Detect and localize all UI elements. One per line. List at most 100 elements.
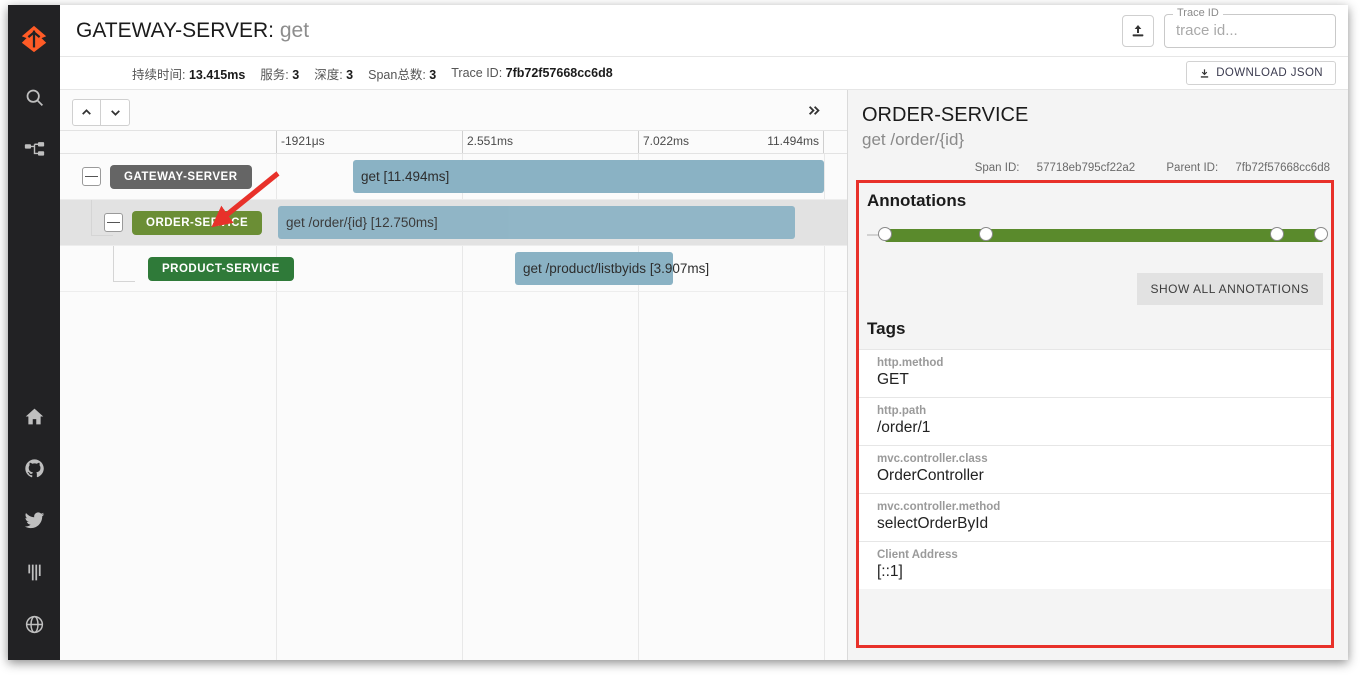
trace-title-separator: :: [268, 18, 280, 42]
page-title: GATEWAY-SERVER: get: [76, 19, 309, 43]
expand-all-button[interactable]: [101, 98, 130, 126]
meta-services-label: 服务:: [260, 67, 289, 82]
chevron-up-icon: [82, 108, 91, 115]
main-area: GATEWAY-SERVER: get Trace ID trace id...…: [60, 5, 1348, 660]
span-bar-product[interactable]: get /product/listbyids [3.907ms]: [515, 252, 709, 285]
span-bar-order[interactable]: get /order/{id} [12.750ms]: [278, 206, 795, 239]
tick-3: 11.494ms: [720, 131, 824, 153]
tag-key: http.method: [877, 357, 944, 369]
meta-trace-id-label: Trace ID:: [451, 66, 503, 80]
trace-id-field[interactable]: Trace ID: [1164, 6, 1336, 48]
detail-ids: Span ID: 57718eb795cf22a2 Parent ID: 7fb…: [862, 162, 1332, 174]
span-row-product-label: PRODUCT-SERVICE: [148, 246, 294, 291]
trace-id-legend: Trace ID: [1173, 6, 1223, 19]
upload-trace-button[interactable]: [1122, 14, 1154, 47]
detail-parent-id-value: 7fb72f57668cc6d8: [1235, 162, 1330, 174]
meta-depth-value: 3: [346, 67, 354, 82]
annotation-dot-3[interactable]: [1313, 227, 1328, 241]
gitter-icon[interactable]: [8, 546, 60, 598]
annotation-dot-2[interactable]: [1270, 227, 1285, 241]
download-json-label: DOWNLOAD JSON: [1216, 67, 1323, 79]
tick-2: 7.022ms: [638, 131, 689, 153]
tree-connector-2h: [113, 281, 135, 282]
service-chip-gateway[interactable]: GATEWAY-SERVER: [110, 164, 252, 189]
expand-collapse-group: [72, 98, 130, 126]
show-all-annotations-button[interactable]: SHOW ALL ANNOTATIONS: [1136, 273, 1323, 305]
tag-value: /order/1: [877, 419, 931, 436]
tags-list: http.method GET http.path /order/1 mvc.c…: [859, 349, 1331, 589]
meta-total-spans-value: 3: [429, 67, 437, 82]
detail-span-id-label: Span ID:: [974, 162, 1020, 174]
tick-1: 2.551ms: [462, 131, 513, 153]
span-row-order-label: ORDER-SERVICE: [104, 200, 263, 245]
meta-total-spans: Span总数: 3: [368, 64, 436, 83]
trace-timeline-pane: -1921μs 2.551ms 7.022ms 11.494ms GATEWAY…: [60, 90, 848, 660]
table-row: http.path /order/1: [859, 397, 1331, 445]
table-row: Client Address [::1]: [859, 541, 1331, 589]
meta-services-value: 3: [292, 67, 300, 82]
tree-connector-1: [91, 200, 92, 236]
table-row: mvc.controller.method selectOrderById: [859, 493, 1331, 541]
tick-0: -1921μs: [276, 131, 325, 153]
github-icon[interactable]: [8, 442, 60, 494]
span-bar-gateway[interactable]: get [11.494ms]: [353, 160, 824, 193]
left-sidebar: [8, 5, 60, 660]
meta-total-spans-label: Span总数:: [368, 67, 426, 82]
tag-value: OrderController: [877, 467, 984, 484]
table-row: http.method GET: [859, 349, 1331, 397]
annotation-dot-0[interactable]: [878, 227, 893, 241]
screenshot-root: GATEWAY-SERVER: get Trace ID trace id...…: [0, 0, 1363, 677]
dependencies-icon[interactable]: [8, 123, 60, 175]
meta-services: 服务: 3: [260, 64, 299, 83]
span-detail-header: ORDER-SERVICE get /order/{id} Span ID: 5…: [848, 90, 1348, 180]
annotations-timeline: [867, 221, 1328, 251]
annotations-bar: [885, 229, 1323, 242]
collapse-toggle-order[interactable]: [104, 213, 123, 232]
trace-metabar: 持续时间: 13.415ms 服务: 3 深度: 3 Span总数: 3 Tra…: [60, 57, 1348, 90]
detail-service-name: ORDER-SERVICE: [862, 104, 1029, 126]
meta-duration: 持续时间: 13.415ms: [132, 64, 245, 83]
tag-value: [::1]: [877, 563, 903, 580]
span-row-product[interactable]: PRODUCT-SERVICE get /product/listbyids […: [60, 246, 847, 292]
detail-parent-id-label: Parent ID:: [1166, 162, 1219, 174]
globe-icon[interactable]: [8, 598, 60, 650]
trace-id-input[interactable]: [1174, 21, 1326, 40]
span-rows: GATEWAY-SERVER get [11.494ms] ORDER-SERV…: [60, 154, 847, 660]
span-row-gateway[interactable]: GATEWAY-SERVER get [11.494ms]: [60, 154, 847, 200]
app-window: GATEWAY-SERVER: get Trace ID trace id...…: [8, 5, 1348, 660]
search-icon[interactable]: [8, 71, 60, 123]
meta-depth-label: 深度:: [314, 67, 343, 82]
detail-span-id: Span ID: 57718eb795cf22a2: [961, 162, 1139, 174]
tree-connector-2: [113, 246, 114, 282]
home-icon[interactable]: [8, 390, 60, 442]
tag-key: http.path: [877, 405, 927, 417]
collapse-toggle-gateway[interactable]: [82, 167, 101, 186]
span-bar-gateway-label: get [11.494ms]: [361, 169, 450, 184]
span-row-gateway-label: GATEWAY-SERVER: [82, 154, 252, 199]
trace-title-service: GATEWAY-SERVER: [76, 18, 269, 42]
service-chip-product[interactable]: PRODUCT-SERVICE: [148, 256, 294, 281]
detail-parent-id: Parent ID: 7fb72f57668cc6d8: [1152, 162, 1330, 174]
trace-titlebar: GATEWAY-SERVER: get Trace ID: [60, 5, 1348, 57]
expand-detail-button[interactable]: [805, 103, 823, 121]
span-row-order[interactable]: ORDER-SERVICE get /order/{id} [12.750ms]: [60, 200, 847, 246]
zipkin-logo-icon[interactable]: [8, 13, 60, 65]
span-bar-product-label: get /product/listbyids [3.907ms]: [523, 261, 710, 276]
tag-key: mvc.controller.class: [877, 453, 988, 465]
download-icon: [1201, 68, 1209, 78]
meta-trace-id: Trace ID: 7fb72f57668cc6d8: [451, 66, 612, 80]
detail-span-id-value: 57718eb795cf22a2: [1036, 162, 1136, 174]
titlebar-controls: Trace ID: [1122, 6, 1336, 48]
timeline-toolbar: [60, 90, 847, 130]
meta-depth: 深度: 3: [314, 64, 353, 83]
meta-duration-label: 持续时间:: [132, 67, 186, 82]
tag-key: mvc.controller.method: [877, 501, 1001, 513]
tag-value: GET: [877, 371, 909, 388]
twitter-icon[interactable]: [8, 494, 60, 546]
annotation-dot-1[interactable]: [978, 227, 993, 241]
download-json-button[interactable]: DOWNLOAD JSON: [1186, 61, 1336, 85]
meta-trace-id-value: 7fb72f57668cc6d8: [505, 66, 613, 80]
collapse-all-button[interactable]: [72, 98, 101, 126]
annotations-title: Annotations: [867, 191, 967, 210]
service-chip-order[interactable]: ORDER-SERVICE: [132, 210, 263, 235]
